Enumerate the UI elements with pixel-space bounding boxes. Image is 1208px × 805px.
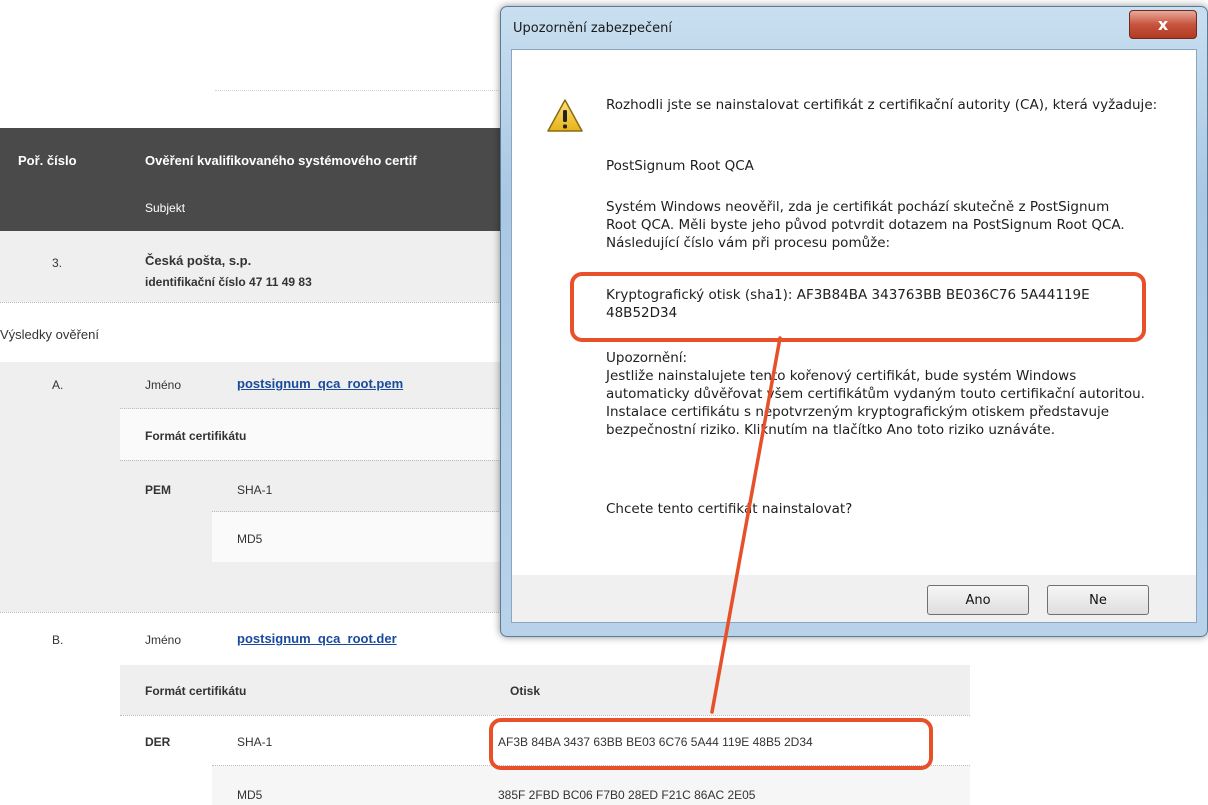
connector-line [710, 336, 782, 714]
